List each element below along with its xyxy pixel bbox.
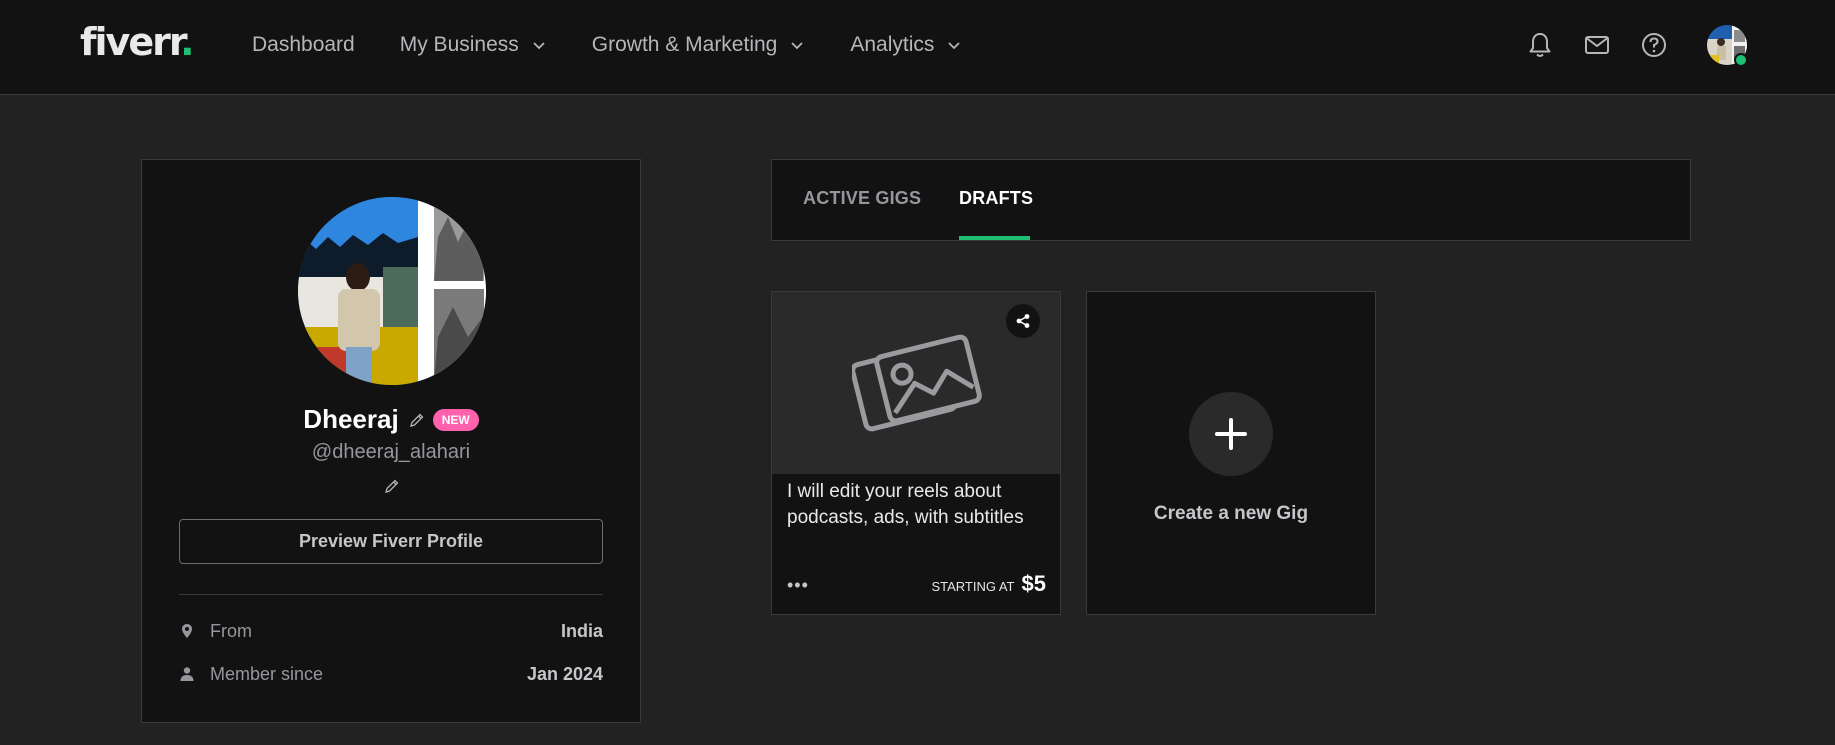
logo-text: fiverr [80,20,182,64]
info-row-member-since: Member since Jan 2024 [179,661,603,687]
create-gig-label: Create a new Gig [1153,503,1309,524]
profile-photo [298,197,486,385]
from-value: India [560,620,603,641]
profile-avatar[interactable] [298,197,486,385]
gig-thumbnail [772,292,1060,474]
nav-analytics[interactable]: Analytics [850,33,962,57]
chevron-down-icon [533,42,545,50]
online-status-dot [1734,53,1748,67]
create-gig-card[interactable]: Create a new Gig [1086,291,1376,615]
nav-dashboard-label: Dashboard [252,33,355,56]
member-since-value: Jan 2024 [526,663,603,684]
chevron-down-icon [791,42,803,50]
new-seller-badge: NEW [432,408,479,431]
share-icon [1016,314,1030,328]
envelope-icon[interactable] [1581,29,1613,61]
nav-dashboard[interactable]: Dashboard [252,33,355,57]
plus-icon [1215,418,1247,450]
gig-tabs: ACTIVE GIGS DRAFTS [771,159,1691,241]
display-name: Dheeraj [303,404,399,434]
username: @dheeraj_alahari [311,441,471,463]
gig-price: STARTING AT $5 [931,571,1046,597]
nav-my-business-label: My Business [399,33,519,56]
nav-analytics-label: Analytics [850,33,935,56]
bell-icon[interactable] [1524,29,1556,61]
chevron-down-icon [948,42,961,50]
profile-name-row: Dheeraj NEW [142,404,640,435]
member-since-label: Member since [210,663,324,684]
fiverr-logo[interactable]: fiverr. [80,20,195,64]
top-navigation-bar: fiverr. Dashboard My Business Growth & M… [0,0,1835,95]
gig-title[interactable]: I will edit your reels about podcasts, a… [787,479,1049,531]
tab-drafts[interactable]: DRAFTS [959,188,1033,209]
main-nav: Dashboard My Business Growth & Marketing… [252,0,1007,90]
info-row-from: From India [179,618,603,644]
create-gig-plus-button[interactable] [1189,392,1273,476]
logo-dot: . [180,20,195,64]
profile-card: Dheeraj NEW @dheeraj_alahari Preview Fiv… [141,159,641,723]
starting-at-label: STARTING AT [931,579,1015,594]
user-icon [180,667,194,681]
price-value: $5 [1021,571,1046,596]
profile-divider [179,594,603,595]
image-placeholder-icon [852,334,982,432]
nav-growth-marketing[interactable]: Growth & Marketing [592,33,806,57]
edit-description-pencil-icon[interactable] [384,478,400,494]
tab-active-gigs[interactable]: ACTIVE GIGS [803,188,921,209]
share-button[interactable] [1006,304,1040,338]
edit-name-pencil-icon[interactable] [409,412,425,428]
location-pin-icon [182,624,192,638]
from-label: From [210,620,252,641]
gig-more-options-button[interactable]: ••• [787,575,821,595]
gig-card[interactable]: I will edit your reels about podcasts, a… [771,291,1061,615]
help-circle-icon[interactable] [1638,29,1670,61]
preview-profile-button[interactable]: Preview Fiverr Profile [179,519,603,564]
nav-growth-marketing-label: Growth & Marketing [591,33,778,56]
active-tab-indicator [959,236,1030,240]
nav-my-business[interactable]: My Business [400,33,547,57]
